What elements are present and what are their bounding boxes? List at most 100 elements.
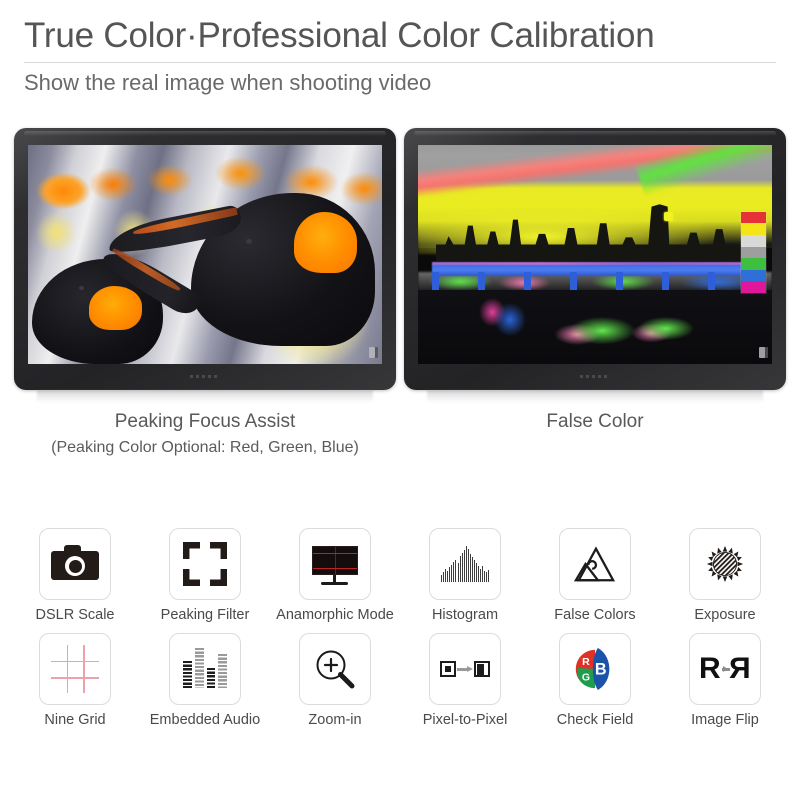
scale-band xyxy=(741,281,766,293)
caption-right: False Color xyxy=(404,408,786,436)
feature-peaking-filter[interactable]: Peaking Filter xyxy=(140,528,270,623)
histogram-bar xyxy=(457,562,459,582)
histogram-bar-container xyxy=(441,546,490,582)
monitor-reflection xyxy=(426,390,764,403)
equalizer-bar xyxy=(194,648,204,688)
feature-tile[interactable] xyxy=(429,633,501,705)
feature-pixel-to-pixel[interactable]: Pixel-to-Pixel xyxy=(400,633,530,728)
equalizer-bar xyxy=(183,661,192,688)
feature-icon-grid: DSLR Scale Peaking Filter Anamorphic Mod… xyxy=(0,528,800,728)
scale-band xyxy=(741,246,766,259)
histogram-bar xyxy=(480,568,481,582)
histogram-bar xyxy=(484,570,485,582)
scale-band xyxy=(741,269,766,282)
feature-image-flip[interactable]: R R Image Flip xyxy=(660,633,790,728)
feature-label: Peaking Filter xyxy=(160,607,250,623)
feature-embedded-audio[interactable]: Embedded Audio xyxy=(140,633,270,728)
caption-left-sub: (Peaking Color Optional: Red, Green, Blu… xyxy=(51,438,359,456)
caption-left-title: Peaking Focus Assist xyxy=(114,411,296,432)
scale-band xyxy=(741,234,766,247)
histogram-bar xyxy=(443,572,444,582)
rgb-circle-icon: R G B xyxy=(569,643,621,695)
feature-dslr-scale[interactable]: DSLR Scale xyxy=(10,528,140,623)
page-root: True Color·Professional Color Calibratio… xyxy=(0,0,800,800)
title-divider xyxy=(24,62,776,64)
penguin-photo xyxy=(28,145,382,364)
feature-check-field[interactable]: R G B Check Field xyxy=(530,633,660,728)
flip-mirrored-char: R xyxy=(729,652,751,685)
histogram-bar xyxy=(482,565,483,582)
feature-tile[interactable]: R G B xyxy=(559,633,631,705)
scale-band xyxy=(741,211,766,224)
header: True Color·Professional Color Calibratio… xyxy=(0,0,800,97)
rgb-g-label: G xyxy=(582,671,590,683)
speaker-grille xyxy=(580,375,610,378)
feature-label: Image Flip xyxy=(691,712,759,728)
brand-logo-icon xyxy=(759,347,768,358)
histogram-bar xyxy=(459,555,461,582)
monitor-showcase: Peaking Focus Assist (Peaking Color Opti… xyxy=(0,128,800,459)
page-title: True Color·Professional Color Calibratio… xyxy=(24,16,655,55)
monitor-device-right xyxy=(404,128,786,403)
feature-exposure[interactable]: Exposure xyxy=(660,528,790,623)
feature-tile[interactable] xyxy=(299,528,371,600)
focus-brackets-icon xyxy=(179,538,231,590)
dslr-camera-icon xyxy=(49,538,101,590)
monitor-reflection xyxy=(36,390,374,403)
feature-nine-grid[interactable]: Nine Grid xyxy=(10,633,140,728)
monitor-screen-false-color xyxy=(418,145,772,364)
sun-rays-icon xyxy=(699,538,751,590)
feature-anamorphic-mode[interactable]: Anamorphic Mode xyxy=(270,528,400,623)
feature-label: Anamorphic Mode xyxy=(276,607,394,623)
audio-equalizer-icon xyxy=(179,643,231,695)
histogram-bar xyxy=(474,560,475,582)
monitor-crosshair-icon xyxy=(309,538,361,590)
histogram-bar xyxy=(465,546,467,582)
scale-band xyxy=(741,258,766,270)
feature-tile[interactable] xyxy=(299,633,371,705)
feature-tile[interactable] xyxy=(39,633,111,705)
histogram-bars-icon xyxy=(439,538,491,590)
thames-water xyxy=(418,289,772,364)
feature-false-colors[interactable]: False Colors xyxy=(530,528,660,623)
feature-tile[interactable]: R R xyxy=(689,633,761,705)
histogram-bar xyxy=(471,557,473,582)
magnifier-plus-icon xyxy=(309,643,361,695)
histogram-bar xyxy=(478,566,479,582)
brand-logo-icon xyxy=(369,347,378,358)
histogram-bar xyxy=(449,567,450,582)
feature-histogram[interactable]: Histogram xyxy=(400,528,530,623)
flip-source-char: R xyxy=(699,652,721,685)
feature-label: Zoom-in xyxy=(308,712,362,728)
feature-label: Check Field xyxy=(556,712,634,728)
equalizer-bar xyxy=(218,654,227,688)
feature-label: Nine Grid xyxy=(44,712,106,728)
histogram-bar xyxy=(467,549,469,582)
feature-tile[interactable] xyxy=(559,528,631,600)
feature-tile[interactable] xyxy=(689,528,761,600)
rgb-r-label: R xyxy=(582,656,590,668)
feature-label: Histogram xyxy=(431,607,499,623)
histogram-bar xyxy=(476,563,477,582)
feature-tile[interactable] xyxy=(39,528,111,600)
histogram-bar xyxy=(447,570,448,582)
histogram-bar xyxy=(441,574,442,582)
equalizer-bar-container xyxy=(183,648,227,688)
histogram-bar xyxy=(469,553,471,582)
monitor-card-peaking: Peaking Focus Assist (Peaking Color Opti… xyxy=(14,128,396,459)
big-ben-clock-face xyxy=(664,211,674,221)
caption-left: Peaking Focus Assist (Peaking Color Opti… xyxy=(14,408,396,459)
feature-zoom-in[interactable]: Zoom-in xyxy=(270,633,400,728)
caption-right-title: False Color xyxy=(546,411,644,432)
feature-tile[interactable] xyxy=(169,633,241,705)
histogram-bar xyxy=(445,569,446,582)
histogram-bar xyxy=(486,572,488,582)
false-color-image xyxy=(418,145,772,364)
histogram-bar xyxy=(455,559,457,582)
mountains-icon xyxy=(569,538,621,590)
feature-tile[interactable] xyxy=(169,528,241,600)
equalizer-bar xyxy=(206,668,216,688)
monitor-screen-peaking xyxy=(28,145,382,364)
feature-label: DSLR Scale xyxy=(35,607,115,623)
feature-tile[interactable] xyxy=(429,528,501,600)
